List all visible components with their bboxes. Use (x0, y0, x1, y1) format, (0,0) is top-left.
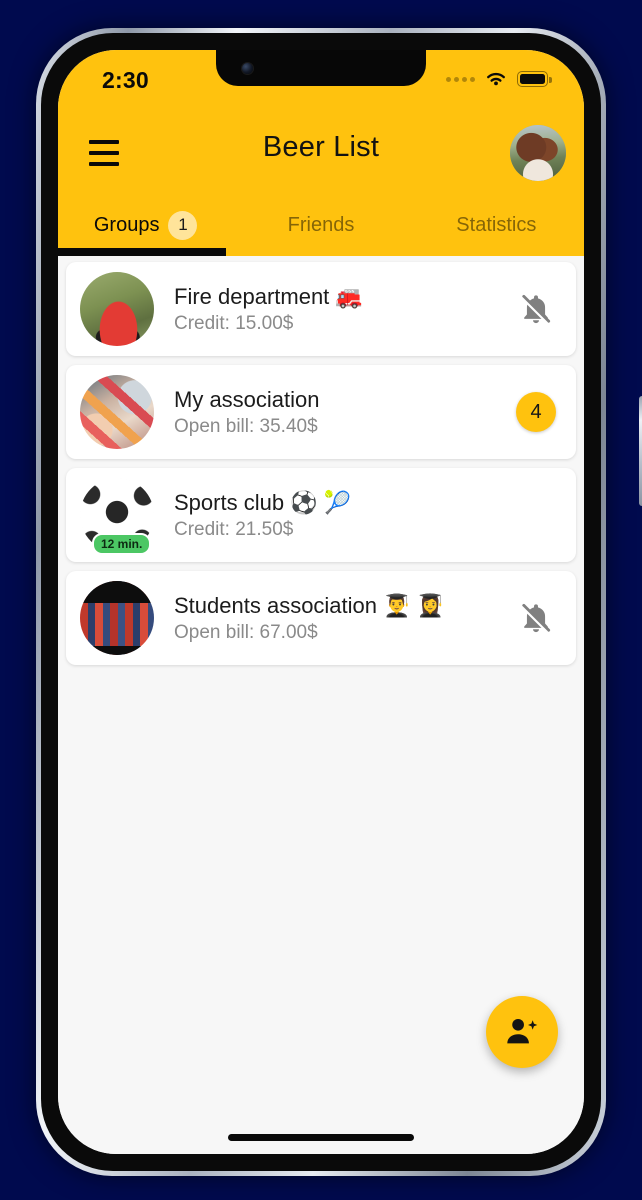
status-bar-indicators (446, 70, 552, 88)
tab-groups-badge: 1 (168, 210, 198, 240)
list-item[interactable]: My association Open bill: 35.40$ 4 (66, 365, 576, 459)
group-trailing: 4 (512, 392, 560, 432)
list-item[interactable]: Students association 👨‍🎓 👩‍🎓 Open bill: … (66, 571, 576, 665)
group-avatar-wrap: 12 min. (80, 478, 154, 555)
fire-truck-photo (80, 272, 154, 346)
list-item[interactable]: Fire department 🚒 Credit: 15.00$ (66, 262, 576, 356)
group-avatar-wrap (80, 375, 154, 449)
tab-friends-label: Friends (287, 213, 355, 236)
phone-frame: 2:30 Beer List Groups 1 Friends Statisti… (36, 28, 642, 1176)
books-photo (80, 581, 154, 655)
group-subtitle: Credit: 21.50$ (174, 519, 294, 541)
tab-statistics[interactable]: Statistics (409, 194, 584, 256)
group-list-area: Fire department 🚒 Credit: 15.00$ My asso… (58, 256, 584, 1154)
group-text: Fire department 🚒 Credit: 15.00$ (154, 283, 512, 336)
profile-avatar[interactable] (510, 125, 566, 181)
bell-off-icon[interactable] (519, 601, 553, 635)
front-camera-icon (242, 63, 253, 74)
signal-dots-icon (446, 76, 475, 82)
profile-avatar-image (510, 125, 566, 181)
bell-off-icon[interactable] (519, 292, 553, 326)
home-indicator[interactable] (228, 1134, 414, 1141)
page-title: Beer List (262, 131, 380, 163)
group-subtitle: Credit: 15.00$ (174, 313, 294, 335)
group-trailing (512, 292, 560, 326)
list-item[interactable]: 12 min. Sports club ⚽ 🎾 Credit: 21.50$ (66, 468, 576, 562)
tab-statistics-label: Statistics (456, 213, 537, 236)
phone-screen: 2:30 Beer List Groups 1 Friends Statisti… (58, 50, 584, 1154)
group-list: Fire department 🚒 Credit: 15.00$ My asso… (58, 256, 584, 665)
person-add-icon (507, 1018, 538, 1044)
group-text: Sports club ⚽ 🎾 Credit: 21.50$ (154, 489, 512, 542)
tab-friends[interactable]: Friends (233, 194, 408, 256)
drinks-cheers-photo (80, 375, 154, 449)
group-avatar-wrap (80, 272, 154, 346)
battery-full-icon (517, 71, 552, 87)
wifi-icon (487, 73, 505, 86)
group-subtitle: Open bill: 67.00$ (174, 622, 318, 644)
notch (216, 50, 426, 86)
app-bar: Beer List (58, 112, 584, 194)
add-group-button[interactable] (486, 996, 558, 1068)
group-trailing (512, 601, 560, 635)
tab-groups-label: Groups (93, 213, 160, 236)
group-title: Students association 👨‍🎓 👩‍🎓 (174, 592, 445, 618)
time-badge: 12 min. (92, 533, 152, 555)
group-avatar-wrap (80, 581, 154, 655)
scene: 2:30 Beer List Groups 1 Friends Statisti… (0, 0, 642, 1200)
tab-bar: Groups 1 Friends Statistics (58, 194, 584, 256)
group-text: My association Open bill: 35.40$ (154, 386, 512, 439)
group-title: My association (174, 386, 320, 412)
group-subtitle: Open bill: 35.40$ (174, 416, 318, 438)
group-title: Fire department 🚒 (174, 283, 363, 309)
active-tab-indicator (58, 248, 226, 256)
status-bar-clock: 2:30 (102, 67, 149, 93)
group-text: Students association 👨‍🎓 👩‍🎓 Open bill: … (154, 592, 512, 645)
group-title: Sports club ⚽ 🎾 (174, 489, 352, 515)
status-badge: 4 (516, 392, 556, 432)
phone-bezel: 2:30 Beer List Groups 1 Friends Statisti… (41, 33, 601, 1171)
tab-groups[interactable]: Groups 1 (58, 194, 233, 256)
